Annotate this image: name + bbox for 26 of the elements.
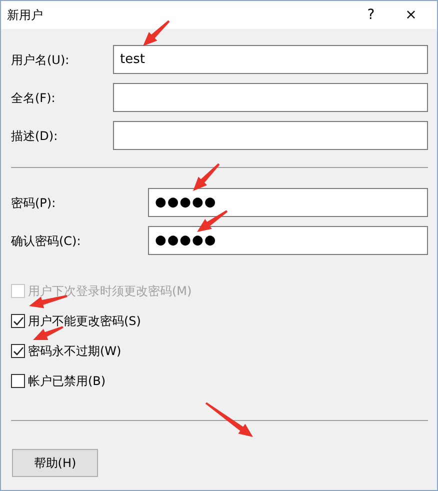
annotation-arrow xyxy=(197,210,228,232)
help-button[interactable]: ? xyxy=(351,5,391,25)
field-label: 全名(F): xyxy=(11,90,56,106)
password-field[interactable]: ●●●●● xyxy=(148,226,428,255)
checkbox[interactable] xyxy=(11,314,25,328)
annotation-arrow xyxy=(29,295,68,308)
field-label: 密码(P): xyxy=(11,194,57,212)
help-button[interactable]: 帮助(H) xyxy=(12,449,98,477)
input-field[interactable] xyxy=(113,83,428,112)
input-field[interactable]: test xyxy=(113,45,428,74)
password-field[interactable]: ●●●●● xyxy=(148,188,428,217)
annotation-arrow xyxy=(143,20,170,46)
field-label: 确认密码(C): xyxy=(11,232,82,250)
input-field[interactable] xyxy=(113,121,428,150)
field-label: 描述(D): xyxy=(11,128,59,144)
field-label: 用户名(U): xyxy=(11,52,70,68)
annotation-arrow xyxy=(33,326,64,340)
checkbox-label[interactable]: 密码永不过期(W) xyxy=(28,342,122,360)
checkbox[interactable] xyxy=(11,374,25,388)
close-button[interactable]: × xyxy=(391,5,431,25)
annotation-arrow xyxy=(205,402,253,437)
annotation-arrow xyxy=(193,163,220,191)
checkbox-label[interactable]: 帐户已禁用(B) xyxy=(28,372,106,390)
window-title: 新用户 xyxy=(7,7,44,24)
checkbox-label[interactable]: 用户不能更改密码(S) xyxy=(28,312,141,330)
checkbox[interactable] xyxy=(11,344,25,358)
